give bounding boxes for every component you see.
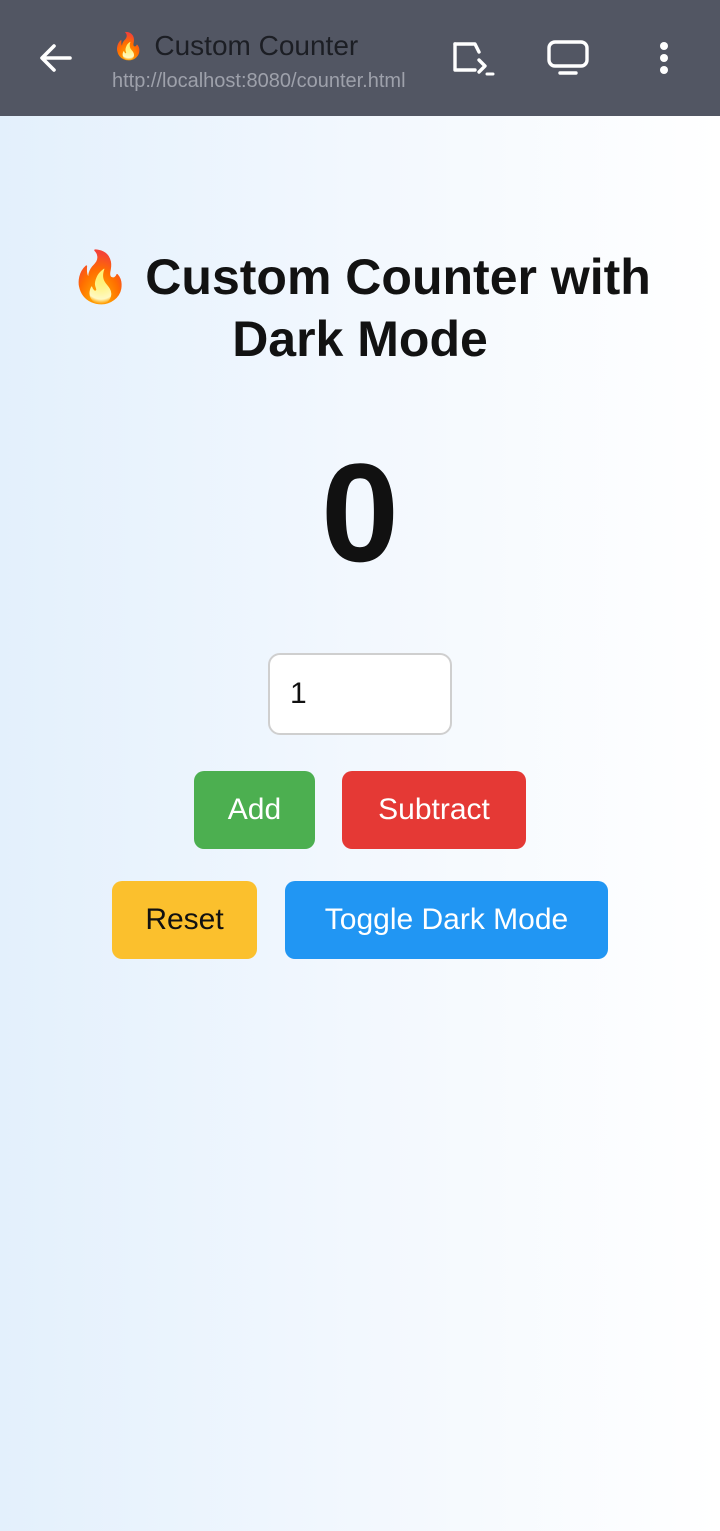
browser-toolbar: 🔥 Custom Counter http://localhost:8080/c… [0, 0, 720, 116]
fire-favicon-icon: 🔥 [112, 31, 145, 61]
toggle-dark-mode-button[interactable]: Toggle Dark Mode [285, 881, 608, 959]
tab-info: 🔥 Custom Counter http://localhost:8080/c… [112, 26, 432, 93]
tab-title: Custom Counter [154, 30, 359, 61]
page-url: http://localhost:8080/counter.html [112, 70, 406, 92]
back-arrow-icon [36, 38, 76, 83]
overflow-menu-button[interactable] [640, 36, 688, 84]
tv-icon [546, 38, 590, 83]
page-title-line-2: Dark Mode [232, 311, 488, 367]
page-content: 🔥 Custom Counter with Dark Mode 0 Add Su… [0, 116, 720, 1531]
back-button[interactable] [28, 36, 84, 84]
more-vert-icon [656, 38, 672, 83]
page-title-line-1: 🔥 Custom Counter with [69, 249, 651, 305]
screen-button[interactable] [544, 36, 592, 84]
reset-button[interactable]: Reset [112, 881, 257, 959]
cast-button[interactable] [448, 36, 496, 84]
counter-display: 0 [321, 434, 399, 591]
cast-icon [449, 38, 495, 83]
subtract-button[interactable]: Subtract [342, 771, 526, 849]
page-title: 🔥 Custom Counter with Dark Mode [0, 246, 720, 370]
step-input[interactable] [268, 653, 452, 735]
add-button[interactable]: Add [194, 771, 315, 849]
